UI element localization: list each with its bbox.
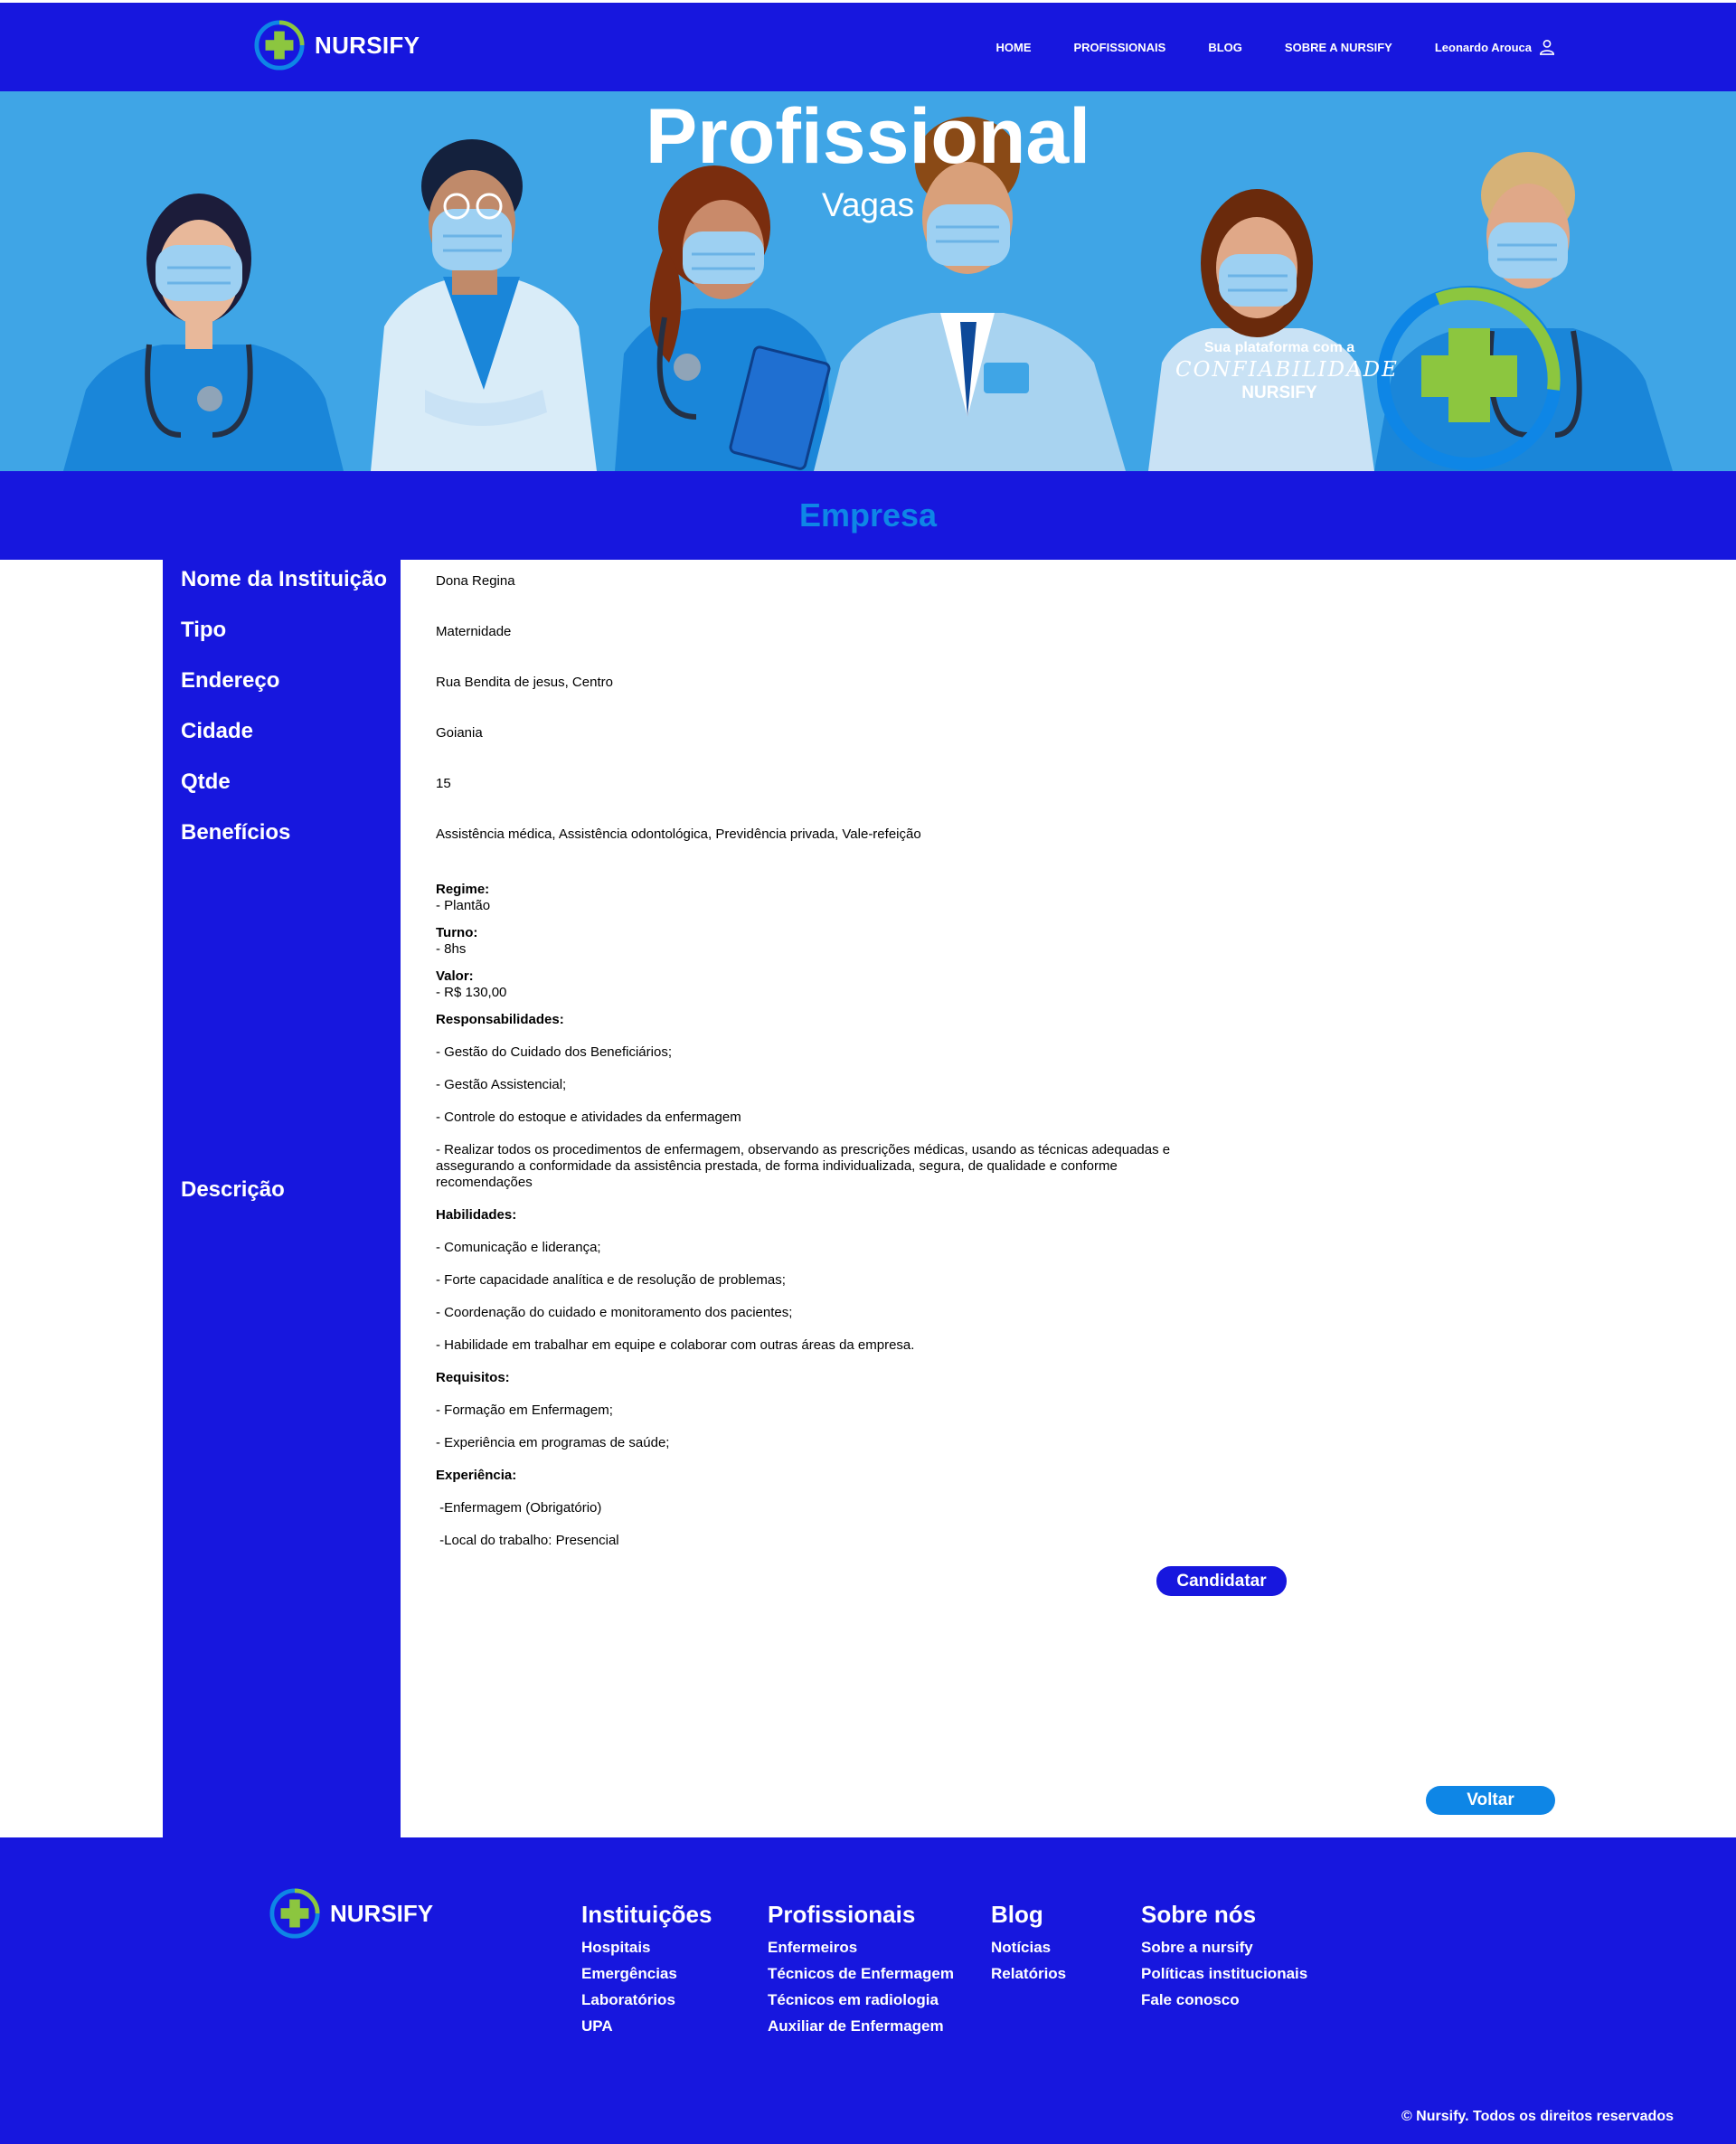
experience-title: Experiência: bbox=[436, 1468, 1250, 1484]
shift-block: Turno: - 8hs bbox=[436, 925, 1250, 958]
nav-blog-link[interactable]: BLOG bbox=[1208, 41, 1242, 54]
footer-brand-name: NURSIFY bbox=[330, 1899, 434, 1927]
skills-title: Habilidades: bbox=[436, 1207, 1250, 1223]
nursify-logo-icon bbox=[254, 20, 305, 71]
requirement-item: - Formação em Enfermagem; bbox=[436, 1403, 613, 1418]
experience-item: -Enfermagem (Obrigatório) bbox=[436, 1500, 602, 1516]
footer-link-noticias[interactable]: Notícias bbox=[991, 1934, 1066, 1960]
hero-badge-highlight: CONFIABILIDADE bbox=[1175, 358, 1399, 382]
footer-link-hospitais[interactable]: Hospitais bbox=[581, 1934, 712, 1960]
responsibilities-heading: Responsabilidades: bbox=[436, 1012, 564, 1027]
job-description: Regime: - Plantão Turno: - 8hs Valor: - … bbox=[436, 882, 1250, 1565]
back-button[interactable]: Voltar bbox=[1426, 1786, 1555, 1815]
footer-col-blog: Blog Notícias Relatórios bbox=[991, 1901, 1066, 1987]
responsibilities-title: Responsabilidades: bbox=[436, 1012, 1250, 1028]
copyright-text: © Nursify. Todos os direitos reservados bbox=[1401, 2109, 1674, 2124]
qty-value: 15 bbox=[436, 776, 451, 791]
footer-col-title: Profissionais bbox=[768, 1901, 916, 1928]
skill-item: - Coordenação do cuidado e monitoramento… bbox=[436, 1305, 793, 1320]
regime-value: - Plantão bbox=[436, 898, 491, 913]
hero-title: Profissional bbox=[645, 93, 1091, 180]
section-title: Empresa bbox=[798, 496, 938, 534]
footer-link-emergencias[interactable]: Emergências bbox=[581, 1960, 712, 1987]
shift-title: Turno: bbox=[436, 925, 478, 940]
user-name: Leonardo Arouca bbox=[1434, 40, 1532, 54]
footer-link-politicas[interactable]: Políticas institucionais bbox=[1141, 1960, 1307, 1987]
requirement-item: - Experiência em programas de saúde; bbox=[436, 1435, 670, 1450]
skill-item: - Comunicação e liderança; bbox=[436, 1240, 601, 1255]
hero-banner: Profissional Vagas Sua plataforma com a … bbox=[0, 91, 1736, 471]
user-menu[interactable]: Leonardo Arouca bbox=[1435, 39, 1555, 55]
brand-name: NURSIFY bbox=[315, 31, 420, 59]
footer-link-enfermeiros[interactable]: Enfermeiros bbox=[768, 1934, 954, 1960]
responsibility-item: - Controle do estoque e atividades da en… bbox=[436, 1110, 741, 1125]
shift-value: - 8hs bbox=[436, 941, 467, 957]
address-value: Rua Bendita de jesus, Centro bbox=[436, 675, 613, 690]
requirements-title: Requisitos: bbox=[436, 1370, 1250, 1386]
footer-col-title: Sobre nós bbox=[1141, 1901, 1257, 1928]
brand-logo-link[interactable]: NURSIFY bbox=[253, 19, 420, 71]
regime-block: Regime: - Plantão bbox=[436, 882, 1250, 914]
nav-about-link[interactable]: SOBRE A NURSIFY bbox=[1285, 41, 1392, 54]
site-footer: NURSIFY Instituições Hospitais Emergênci… bbox=[0, 1837, 1736, 2144]
footer-link-tecnicos-radiologia[interactable]: Técnicos em radiologia bbox=[768, 1987, 954, 2013]
footer-link-tecnicos-enfermagem[interactable]: Técnicos de Enfermagem bbox=[768, 1960, 954, 1987]
main-nav: HOME PROFISSIONAIS BLOG SOBRE A NURSIFY … bbox=[995, 39, 1555, 55]
responsibility-item: - Realizar todos os procedimentos de enf… bbox=[436, 1142, 1171, 1190]
institution-label: Nome da Instituição bbox=[181, 567, 388, 591]
section-header: Empresa bbox=[0, 471, 1736, 560]
apply-button[interactable]: Candidatar bbox=[1156, 1566, 1287, 1596]
top-navbar: NURSIFY HOME PROFISSIONAIS BLOG SOBRE A … bbox=[0, 0, 1736, 91]
institution-value: Dona Regina bbox=[436, 573, 515, 589]
nursify-logo-icon bbox=[269, 1888, 320, 1939]
pay-title: Valor: bbox=[436, 968, 474, 984]
requirements-heading: Requisitos: bbox=[436, 1370, 510, 1385]
footer-col-instituicoes: Instituições Hospitais Emergências Labor… bbox=[581, 1901, 712, 2039]
hero-badge: Sua plataforma com a CONFIABILIDADE NURS… bbox=[1175, 340, 1399, 403]
skill-item: - Habilidade em trabalhar em equipe e co… bbox=[436, 1337, 915, 1353]
footer-col-sobre: Sobre nós Sobre a nursify Políticas inst… bbox=[1141, 1901, 1307, 2013]
skills-heading: Habilidades: bbox=[436, 1207, 517, 1223]
experience-item: -Local do trabalho: Presencial bbox=[436, 1533, 619, 1548]
footer-link-sobre-nursify[interactable]: Sobre a nursify bbox=[1141, 1934, 1307, 1960]
skill-item: - Forte capacidade analítica e de resolu… bbox=[436, 1272, 786, 1288]
qty-label: Qtde bbox=[181, 770, 231, 794]
user-icon bbox=[1539, 39, 1555, 55]
footer-link-fale-conosco[interactable]: Fale conosco bbox=[1141, 1987, 1307, 2013]
footer-link-auxiliar-enfermagem[interactable]: Auxiliar de Enfermagem bbox=[768, 2013, 954, 2039]
footer-link-upa[interactable]: UPA bbox=[581, 2013, 712, 2039]
footer-col-title: Blog bbox=[991, 1901, 1043, 1928]
experience-heading: Experiência: bbox=[436, 1468, 517, 1483]
city-value: Goiania bbox=[436, 725, 483, 741]
pay-value: - R$ 130,00 bbox=[436, 985, 507, 1000]
footer-col-profissionais: Profissionais Enfermeiros Técnicos de En… bbox=[768, 1901, 954, 2039]
nav-home-link[interactable]: HOME bbox=[995, 41, 1031, 54]
responsibility-item: - Gestão do Cuidado dos Beneficiários; bbox=[436, 1044, 672, 1060]
nav-profissionais-link[interactable]: PROFISSIONAIS bbox=[1073, 41, 1165, 54]
responsibility-item: - Gestão Assistencial; bbox=[436, 1077, 567, 1092]
benefits-value: Assistência médica, Assistência odontoló… bbox=[436, 826, 921, 842]
description-label: Descrição bbox=[181, 1177, 285, 1202]
field-labels-column: Nome da Instituição Tipo Endereço Cidade… bbox=[163, 560, 401, 1837]
hero-subtitle: Vagas bbox=[821, 186, 915, 223]
pay-block: Valor: - R$ 130,00 bbox=[436, 968, 1250, 1001]
footer-link-laboratorios[interactable]: Laboratórios bbox=[581, 1987, 712, 2013]
footer-col-title: Instituições bbox=[581, 1901, 712, 1928]
hero-badge-tagline: Sua plataforma com a bbox=[1203, 340, 1355, 355]
city-label: Cidade bbox=[181, 719, 254, 743]
regime-title: Regime: bbox=[436, 882, 490, 897]
hero-badge-brand: NURSIFY bbox=[1241, 383, 1317, 402]
footer-link-relatorios[interactable]: Relatórios bbox=[991, 1960, 1066, 1987]
footer-brand-link[interactable]: NURSIFY bbox=[269, 1887, 433, 1940]
type-label: Tipo bbox=[181, 618, 227, 642]
address-label: Endereço bbox=[181, 668, 280, 693]
type-value: Maternidade bbox=[436, 624, 512, 639]
benefits-label: Benefícios bbox=[181, 820, 291, 845]
